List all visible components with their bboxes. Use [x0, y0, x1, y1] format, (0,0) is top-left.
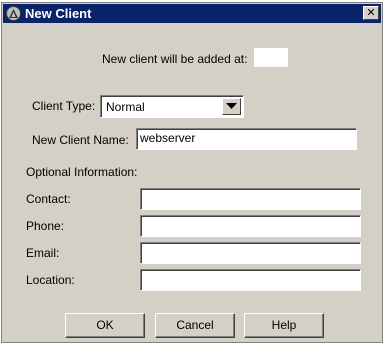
client-name-input[interactable]: webserver — [136, 128, 357, 150]
app-logo-icon — [6, 6, 21, 21]
title-bar[interactable]: New Client ✕ — [3, 4, 381, 23]
client-name-label: New Client Name: — [32, 133, 129, 147]
added-at-label: New client will be added at: — [102, 52, 248, 66]
new-client-dialog: New Client ✕ New client will be added at… — [1, 2, 383, 343]
client-type-value: Normal — [106, 100, 145, 114]
contact-label: Contact: — [26, 192, 71, 206]
close-icon[interactable]: ✕ — [363, 6, 379, 20]
chevron-down-icon[interactable] — [222, 98, 241, 115]
dialog-title: New Client — [25, 6, 92, 21]
location-label: Location: — [26, 273, 75, 287]
optional-info-header: Optional Information: — [26, 165, 138, 179]
email-label: Email: — [26, 246, 60, 260]
client-type-select[interactable]: Normal — [100, 95, 244, 118]
background-strip — [383, 0, 387, 345]
help-button[interactable]: Help — [244, 313, 324, 338]
location-input[interactable] — [140, 269, 361, 291]
ok-button[interactable]: OK — [65, 313, 145, 338]
added-at-value — [254, 48, 288, 67]
client-type-label: Client Type: — [32, 99, 96, 113]
email-input[interactable] — [140, 242, 361, 264]
cancel-button[interactable]: Cancel — [155, 313, 235, 338]
contact-input[interactable] — [140, 188, 361, 210]
phone-input[interactable] — [140, 215, 361, 237]
phone-label: Phone: — [26, 219, 65, 233]
